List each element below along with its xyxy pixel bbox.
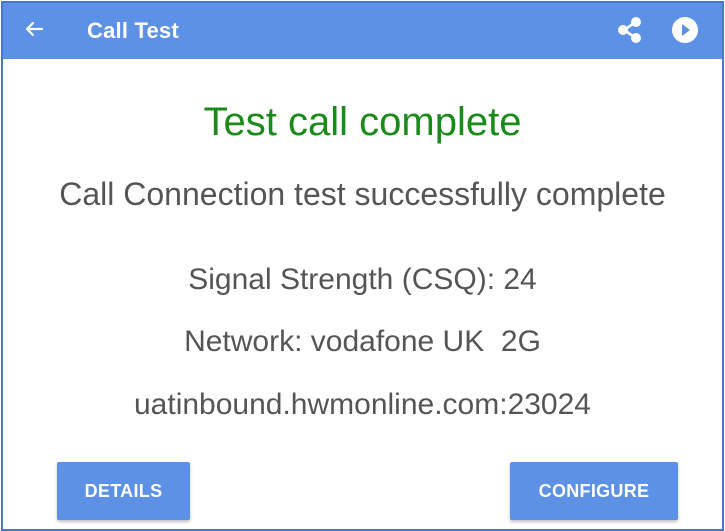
status-subheading: Call Connection test successfully comple… xyxy=(59,176,666,212)
configure-button[interactable]: CONFIGURE xyxy=(510,462,678,520)
details-button[interactable]: DETAILS xyxy=(57,462,190,520)
toolbar-title: Call Test xyxy=(87,18,179,43)
signal-strength-text: Signal Strength (CSQ): 24 xyxy=(188,263,537,296)
server-address-text: uatinbound.hwmonline.com:23024 xyxy=(134,388,591,421)
app-window: Call Test Test call complete Call Connec… xyxy=(1,1,724,531)
network-text: Network: vodafone UK 2G xyxy=(184,325,541,358)
play-circle-icon[interactable] xyxy=(671,16,699,44)
status-heading: Test call complete xyxy=(203,100,522,144)
share-icon[interactable] xyxy=(615,15,645,45)
app-toolbar: Call Test xyxy=(3,3,722,59)
arrow-left-icon[interactable] xyxy=(22,17,46,41)
